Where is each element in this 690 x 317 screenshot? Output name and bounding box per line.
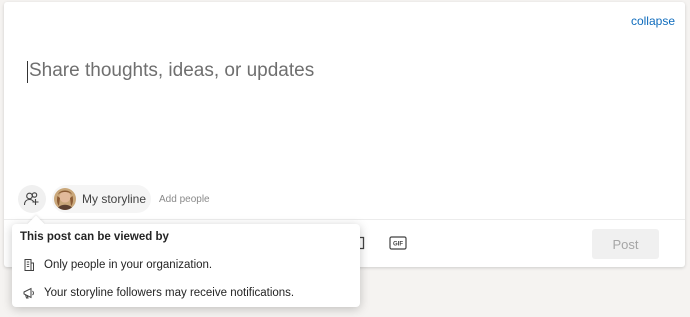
gif-icon[interactable]: GIF [389,236,407,250]
popover-item: Only people in your organization. [22,258,212,272]
gif-label: GIF [393,242,403,248]
popover-item-text: Only people in your organization. [44,259,213,271]
popover-title: This post can be viewed by [20,231,169,243]
popover-item: Your storyline followers may receive not… [22,286,294,300]
building-icon [24,259,34,271]
audience-row: My storyline Add people [18,183,210,215]
divider [4,219,685,220]
megaphone-icon [23,287,34,299]
storyline-label: My storyline [82,192,147,206]
avatar [54,188,76,210]
storyline-chip[interactable]: My storyline [52,185,152,213]
add-people-link[interactable]: Add people [159,194,210,205]
post-button[interactable]: Post [592,229,659,259]
text-caret [27,61,28,83]
visibility-popover: This post can be viewed by Only people i… [12,215,360,307]
people-add-icon [23,192,39,206]
popover-item-text: Your storyline followers may receive not… [44,287,295,299]
post-input[interactable]: Share thoughts, ideas, or updates [29,60,314,82]
collapse-link[interactable]: collapse [631,14,675,28]
audience-button[interactable] [18,185,46,213]
